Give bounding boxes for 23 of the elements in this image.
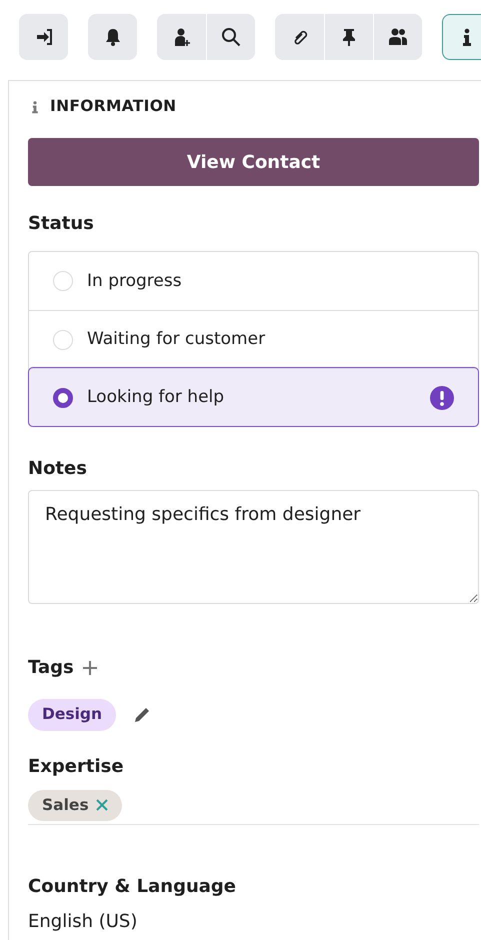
toolbar-button[interactable] bbox=[442, 14, 481, 60]
search-icon bbox=[221, 27, 241, 47]
option-label: In progress bbox=[87, 270, 183, 292]
option-label: Looking for help bbox=[87, 386, 226, 409]
warning-icon bbox=[430, 386, 454, 410]
section-label: Expertise bbox=[28, 754, 125, 778]
section-label: Status bbox=[28, 212, 95, 236]
view-contact-button[interactable]: View Contact bbox=[28, 138, 479, 186]
status-option[interactable]: In progress bbox=[29, 252, 478, 310]
radio-button[interactable] bbox=[53, 388, 73, 408]
section-label: Tags bbox=[28, 656, 74, 680]
users-icon bbox=[388, 27, 408, 47]
tag-label: Sales bbox=[42, 794, 89, 816]
status-option[interactable]: Looking for help bbox=[29, 368, 478, 426]
field-value: English (US) bbox=[28, 910, 138, 934]
tag: Design bbox=[28, 699, 116, 730]
add-icon[interactable] bbox=[82, 660, 98, 676]
section-label: Notes bbox=[28, 457, 88, 482]
close-icon[interactable] bbox=[96, 799, 108, 812]
panel-title: INFORMATION bbox=[50, 96, 176, 117]
option-label: Waiting for customer bbox=[87, 328, 266, 351]
section-label: Country & Language bbox=[28, 874, 238, 899]
notes-field[interactable]: Requesting specifics from designer bbox=[28, 490, 479, 604]
